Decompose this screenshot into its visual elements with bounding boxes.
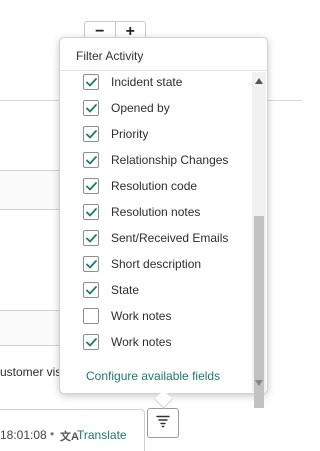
scrollbar[interactable] xyxy=(252,72,266,408)
divider xyxy=(60,70,267,71)
form-field-box[interactable] xyxy=(0,170,60,210)
checkmark-icon xyxy=(85,129,97,138)
filter-checkbox[interactable] xyxy=(83,334,99,350)
filter-checkbox[interactable] xyxy=(83,230,99,246)
filter-checkbox[interactable] xyxy=(83,308,99,324)
filter-checkbox[interactable] xyxy=(83,100,99,116)
checkmark-icon xyxy=(85,181,97,190)
filter-option[interactable]: Sent/Received Emails xyxy=(83,228,228,248)
filter-option[interactable]: Resolution notes xyxy=(83,202,200,222)
filter-option[interactable]: Work notes xyxy=(83,306,171,326)
filter-option-label: Incident state xyxy=(111,75,183,89)
checkmark-icon xyxy=(85,285,97,294)
filter-option[interactable]: Work notes xyxy=(83,332,171,352)
filter-option[interactable]: Incident state xyxy=(83,72,182,92)
funnel-icon xyxy=(156,414,170,433)
popover-title: Filter Activity xyxy=(76,49,144,63)
filter-option-label: Priority xyxy=(111,127,149,141)
checkmark-icon xyxy=(85,233,97,242)
scroll-down-arrow-icon[interactable] xyxy=(252,376,266,390)
checkmark-icon xyxy=(85,77,97,86)
filter-option-label: Relationship Changes xyxy=(111,153,229,167)
filter-option[interactable]: Opened by xyxy=(83,98,170,118)
activity-text-fragment: ustomer vis xyxy=(0,365,62,379)
form-field-box[interactable] xyxy=(0,310,60,346)
filter-option[interactable]: State xyxy=(83,280,139,300)
filter-options-list: Incident state Opened by Priority Relations… xyxy=(60,72,251,392)
filter-checkbox[interactable] xyxy=(83,178,99,194)
filter-option-label: Sent/Received Emails xyxy=(111,231,229,245)
checkmark-icon xyxy=(85,103,97,112)
checkmark-icon xyxy=(85,155,97,164)
activity-page: − + ustomer vis 18:01:08 • 文A Translate … xyxy=(0,0,302,451)
filter-option-label: Short description xyxy=(111,257,202,271)
filter-checkbox[interactable] xyxy=(83,126,99,142)
checkmark-icon xyxy=(85,259,97,268)
filter-checkbox[interactable] xyxy=(83,204,99,220)
filter-activity-button[interactable] xyxy=(147,408,179,438)
filter-option[interactable]: Short description xyxy=(83,254,201,274)
filter-option-label: Work notes xyxy=(111,309,172,323)
filter-option-label: Work notes xyxy=(111,335,172,349)
filter-checkbox[interactable] xyxy=(83,256,99,272)
filter-option[interactable]: Priority xyxy=(83,124,148,144)
translate-link[interactable]: Translate xyxy=(77,428,127,442)
filter-checkbox[interactable] xyxy=(83,74,99,90)
filter-option-label: Resolution notes xyxy=(111,205,201,219)
filter-activity-popover: Filter Activity Incident state Opened by P… xyxy=(59,37,268,408)
filter-option-label: Resolution code xyxy=(111,179,198,193)
checkmark-icon xyxy=(85,337,97,346)
separator-dot: • xyxy=(50,427,55,441)
filter-option-label: State xyxy=(111,283,140,297)
filter-option[interactable]: Relationship Changes xyxy=(83,150,228,170)
entry-timestamp: 18:01:08 xyxy=(0,428,47,442)
filter-option[interactable]: Resolution code xyxy=(83,176,197,196)
filter-checkbox[interactable] xyxy=(83,282,99,298)
checkmark-icon xyxy=(85,207,97,216)
scroll-up-arrow-icon[interactable] xyxy=(252,74,266,88)
filter-checkbox[interactable] xyxy=(83,152,99,168)
filter-option-label: Opened by xyxy=(111,101,170,115)
configure-fields-link[interactable]: Configure available fields xyxy=(86,369,220,383)
